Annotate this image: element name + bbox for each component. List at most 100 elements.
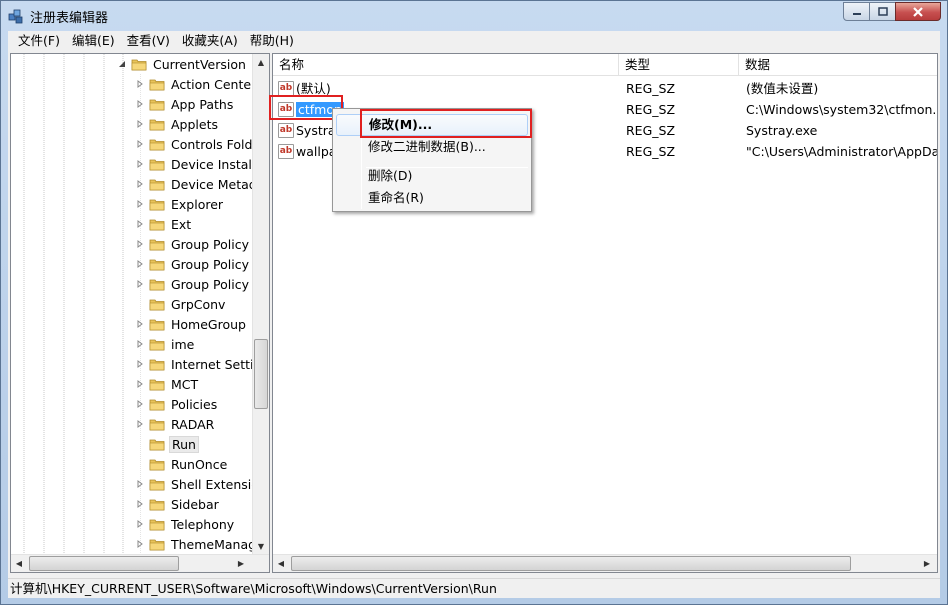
scroll-up-icon[interactable]: ▲: [253, 54, 269, 70]
tree-item-label: Applets: [171, 116, 218, 132]
menu-view[interactable]: 查看(V): [121, 31, 176, 51]
expand-icon[interactable]: [135, 359, 145, 369]
column-header-data[interactable]: 数据: [739, 54, 937, 76]
tree-item[interactable]: Explorer: [135, 194, 225, 214]
folder-icon: [149, 199, 165, 211]
expand-icon[interactable]: [135, 399, 145, 409]
tree-item[interactable]: HomeGroup: [135, 314, 248, 334]
tree-item[interactable]: Group Policy: [135, 234, 251, 254]
expand-icon[interactable]: [135, 319, 145, 329]
value-name: (默认): [296, 81, 331, 96]
tree-item[interactable]: Internet Settir: [135, 354, 261, 374]
collapse-icon[interactable]: [117, 59, 127, 69]
scroll-down-icon[interactable]: ▼: [253, 538, 269, 554]
tree-item[interactable]: App Paths: [135, 94, 235, 114]
folder-icon: [149, 379, 165, 391]
menu-item-modify[interactable]: 修改(M)...: [336, 114, 528, 136]
tree-item-label: Sidebar: [171, 496, 219, 512]
expand-icon[interactable]: [135, 239, 145, 249]
menu-help[interactable]: 帮助(H): [244, 31, 300, 51]
value-data: "C:\Users\Administrator\AppData\: [746, 144, 937, 159]
list-horizontal-scrollbar[interactable]: ◀ ▶: [273, 554, 937, 572]
tree-item-label: ThemeManag: [171, 536, 257, 552]
tree-item[interactable]: ThemeManag: [135, 534, 258, 554]
value-row[interactable]: ab (默认) REG_SZ (数值未设置): [273, 78, 937, 99]
tree-horizontal-scrollbar[interactable]: ◀ ▶: [11, 554, 269, 572]
tree-item[interactable]: Run: [135, 434, 199, 454]
tree-item[interactable]: Shell Extensio: [135, 474, 261, 494]
expand-icon[interactable]: [135, 279, 145, 289]
expand-icon[interactable]: [135, 479, 145, 489]
expand-icon[interactable]: [135, 519, 145, 529]
expand-icon[interactable]: [135, 199, 145, 209]
tree-item[interactable]: RunOnce: [135, 454, 229, 474]
scroll-left-icon[interactable]: ◀: [273, 555, 289, 571]
tree-item[interactable]: Action Center: [135, 74, 258, 94]
window-title: 注册表编辑器: [30, 11, 109, 26]
value-type: REG_SZ: [626, 81, 676, 96]
tree-item[interactable]: Ext: [135, 214, 193, 234]
key-tree[interactable]: CurrentVersion Action Center App Paths Appl…: [10, 53, 270, 573]
tree-item[interactable]: ime: [135, 334, 196, 354]
tree-item-currentversion[interactable]: CurrentVersion: [117, 54, 248, 74]
expand-icon[interactable]: [135, 419, 145, 429]
close-button[interactable]: [895, 2, 941, 21]
value-type: REG_SZ: [626, 144, 676, 159]
title-bar[interactable]: 注册表编辑器: [1, 1, 947, 31]
minimize-button[interactable]: [843, 2, 870, 21]
tree-item[interactable]: Controls Fold: [135, 134, 254, 154]
expand-icon[interactable]: [135, 79, 145, 89]
menu-file[interactable]: 文件(F): [12, 31, 66, 51]
tree-item[interactable]: RADAR: [135, 414, 216, 434]
expand-icon[interactable]: [135, 379, 145, 389]
expand-icon[interactable]: [135, 499, 145, 509]
tree-item[interactable]: Group Policy: [135, 254, 251, 274]
scroll-right-icon[interactable]: ▶: [233, 555, 249, 571]
close-icon: [913, 6, 923, 17]
menu-item-delete[interactable]: 删除(D): [336, 165, 528, 187]
column-header-type[interactable]: 类型: [619, 54, 739, 76]
tree-vscroll-thumb[interactable]: [254, 339, 268, 409]
context-menu: 修改(M)... 修改二进制数据(B)... 删除(D) 重命名(R): [332, 108, 532, 212]
expand-icon[interactable]: [135, 119, 145, 129]
expand-icon[interactable]: [135, 99, 145, 109]
menu-favorites[interactable]: 收藏夹(A): [176, 31, 244, 51]
menu-item-modify-binary[interactable]: 修改二进制数据(B)...: [336, 136, 528, 158]
tree-item[interactable]: Telephony: [135, 514, 236, 534]
expand-icon[interactable]: [135, 139, 145, 149]
menu-edit[interactable]: 编辑(E): [66, 31, 121, 51]
tree-item-label: Group Policy: [171, 256, 249, 272]
scroll-right-icon[interactable]: ▶: [919, 555, 935, 571]
value-name: wallpap: [296, 144, 336, 159]
tree-item[interactable]: Policies: [135, 394, 219, 414]
tree-item[interactable]: GrpConv: [135, 294, 227, 314]
folder-icon: [149, 499, 165, 511]
menu-item-rename[interactable]: 重命名(R): [336, 187, 528, 209]
expand-icon[interactable]: [135, 259, 145, 269]
folder-icon: [149, 279, 165, 291]
expand-icon[interactable]: [135, 539, 145, 549]
list-hscroll-thumb[interactable]: [291, 556, 851, 571]
no-expander: [135, 459, 145, 469]
tree-item[interactable]: Device Metad: [135, 174, 259, 194]
column-header-name[interactable]: 名称: [273, 54, 619, 76]
expand-icon[interactable]: [135, 159, 145, 169]
expand-icon[interactable]: [135, 339, 145, 349]
tree-item[interactable]: Sidebar: [135, 494, 221, 514]
tree-item[interactable]: Group Policy: [135, 274, 251, 294]
tree-item[interactable]: Device Installe: [135, 154, 265, 174]
folder-icon: [149, 219, 165, 231]
scroll-left-icon[interactable]: ◀: [11, 555, 27, 571]
expand-icon[interactable]: [135, 219, 145, 229]
maximize-button[interactable]: [869, 2, 896, 21]
tree-vertical-scrollbar[interactable]: ▲ ▼: [252, 54, 269, 554]
tree-item[interactable]: Applets: [135, 114, 220, 134]
tree-hscroll-thumb[interactable]: [29, 556, 179, 571]
tree-item-label: Device Metad: [171, 176, 257, 192]
folder-icon: [149, 179, 165, 191]
tree-item-label: Internet Settir: [171, 356, 259, 372]
tree-item[interactable]: MCT: [135, 374, 200, 394]
string-value-icon: ab: [278, 123, 294, 138]
expand-icon[interactable]: [135, 179, 145, 189]
tree-item-label: GrpConv: [171, 296, 226, 312]
